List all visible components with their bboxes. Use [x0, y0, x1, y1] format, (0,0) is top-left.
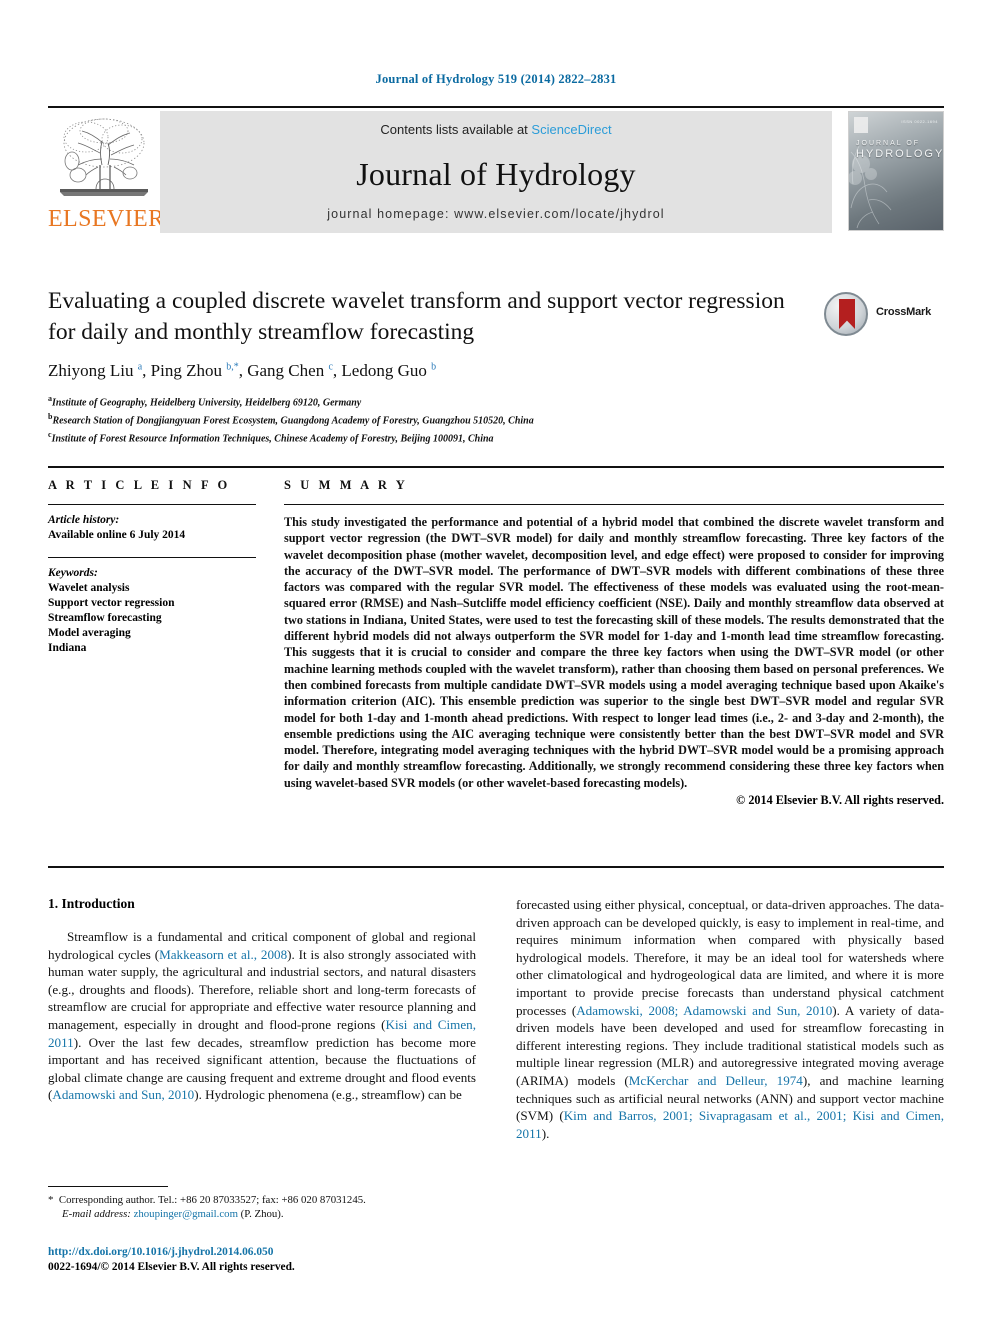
doi-link[interactable]: http://dx.doi.org/10.1016/j.jhydrol.2014…: [48, 1245, 476, 1260]
contents-prefix-text: Contents lists available at: [380, 122, 532, 137]
author-list: Zhiyong Liu a, Ping Zhou b,*, Gang Chen …: [48, 361, 437, 380]
elsevier-logo: ELSEVIER: [48, 111, 165, 233]
crossmark-circle-icon: [824, 292, 868, 336]
article-info-summary-block: A R T I C L E I N F O Article history: A…: [48, 466, 944, 808]
sciencedirect-link[interactable]: ScienceDirect: [531, 122, 611, 137]
keywords-label: Keywords:: [48, 567, 98, 579]
summary-column: S U M M A R Y This study investigated th…: [280, 478, 944, 808]
divider: [48, 866, 944, 868]
masthead-center-panel: Contents lists available at ScienceDirec…: [160, 111, 832, 233]
keyword-item: Model averaging: [48, 627, 131, 639]
elsevier-wordmark: ELSEVIER: [48, 206, 165, 232]
affiliation-item: aInstitute of Geography, Heidelberg Univ…: [48, 392, 944, 410]
cover-art: ISSN 0022-1694 JOURNAL OF HYDROLOGY: [848, 111, 944, 231]
divider: [48, 557, 256, 558]
journal-cover-thumbnail: ISSN 0022-1694 JOURNAL OF HYDROLOGY: [832, 111, 944, 233]
contents-available-line: Contents lists available at ScienceDirec…: [380, 122, 611, 137]
cover-issn-text: ISSN 0022-1694: [901, 119, 938, 124]
divider: [48, 1186, 168, 1187]
body-column-left: 1. Introduction Streamflow is a fundamen…: [48, 896, 476, 1142]
section-heading-introduction: 1. Introduction: [48, 896, 135, 911]
keyword-item: Wavelet analysis: [48, 582, 130, 594]
affiliation-text: Institute of Forest Resource Information…: [51, 432, 494, 444]
cover-title-text: JOURNAL OF HYDROLOGY: [856, 138, 944, 160]
issn-copyright-line: 0022-1694/© 2014 Elsevier B.V. All right…: [48, 1261, 295, 1273]
journal-masthead: ELSEVIER Contents lists available at Sci…: [48, 106, 944, 234]
page-title: Evaluating a coupled discrete wavelet tr…: [48, 288, 785, 345]
article-header: CrossMark Evaluating a coupled discrete …: [48, 286, 944, 445]
divider: [284, 504, 944, 505]
keyword-item: Streamflow forecasting: [48, 612, 162, 624]
crossmark-label: CrossMark: [876, 306, 932, 318]
body-column-right: forecasted using either physical, concep…: [516, 896, 944, 1142]
article-body: 1. Introduction Streamflow is a fundamen…: [48, 896, 944, 1142]
doi-block: http://dx.doi.org/10.1016/j.jhydrol.2014…: [48, 1245, 476, 1275]
running-head: Journal of Hydrology 519 (2014) 2822–283…: [375, 72, 617, 86]
keywords-list: Wavelet analysis Support vector regressi…: [48, 581, 256, 656]
affiliation-text: Institute of Geography, Heidelberg Unive…: [52, 397, 362, 409]
corresponding-author-footnote: * Corresponding author. Tel.: +86 20 870…: [48, 1186, 476, 1221]
crossmark-ribbon-icon: [839, 299, 855, 329]
affiliation-text: Research Station of Dongjiangyuan Forest…: [52, 415, 534, 427]
journal-homepage-link[interactable]: journal homepage: www.elsevier.com/locat…: [327, 207, 664, 221]
article-history-label: Article history:: [48, 514, 120, 526]
summary-heading: S U M M A R Y: [284, 478, 408, 492]
abstract-text: This study investigated the performance …: [284, 515, 944, 790]
cover-title-line1: JOURNAL OF: [856, 140, 921, 147]
elsevier-tree-icon: [60, 118, 148, 196]
keyword-item: Indiana: [48, 642, 87, 654]
divider: [48, 504, 256, 505]
article-info-heading: A R T I C L E I N F O: [48, 478, 231, 492]
keyword-item: Support vector regression: [48, 597, 175, 609]
footnote-text: * Corresponding author. Tel.: +86 20 870…: [48, 1194, 366, 1220]
cover-publisher-badge: [854, 117, 868, 133]
intro-paragraph-left: Streamflow is a fundamental and critical…: [48, 929, 476, 1103]
affiliation-item: bResearch Station of Dongjiangyuan Fores…: [48, 410, 944, 428]
article-info-column: A R T I C L E I N F O Article history: A…: [48, 478, 280, 808]
article-page: Journal of Hydrology 519 (2014) 2822–283…: [0, 0, 992, 1323]
crossmark-badge-group[interactable]: CrossMark: [824, 292, 944, 340]
intro-paragraph-right: forecasted using either physical, concep…: [516, 897, 944, 1141]
affiliation-item: cInstitute of Forest Resource Informatio…: [48, 428, 944, 446]
affiliation-list: aInstitute of Geography, Heidelberg Univ…: [48, 392, 944, 445]
copyright-line: © 2014 Elsevier B.V. All rights reserved…: [736, 793, 944, 808]
cover-title-line2: HYDROLOGY: [856, 148, 944, 160]
article-history-value: Available online 6 July 2014: [48, 529, 186, 541]
journal-title: Journal of Hydrology: [356, 155, 636, 192]
